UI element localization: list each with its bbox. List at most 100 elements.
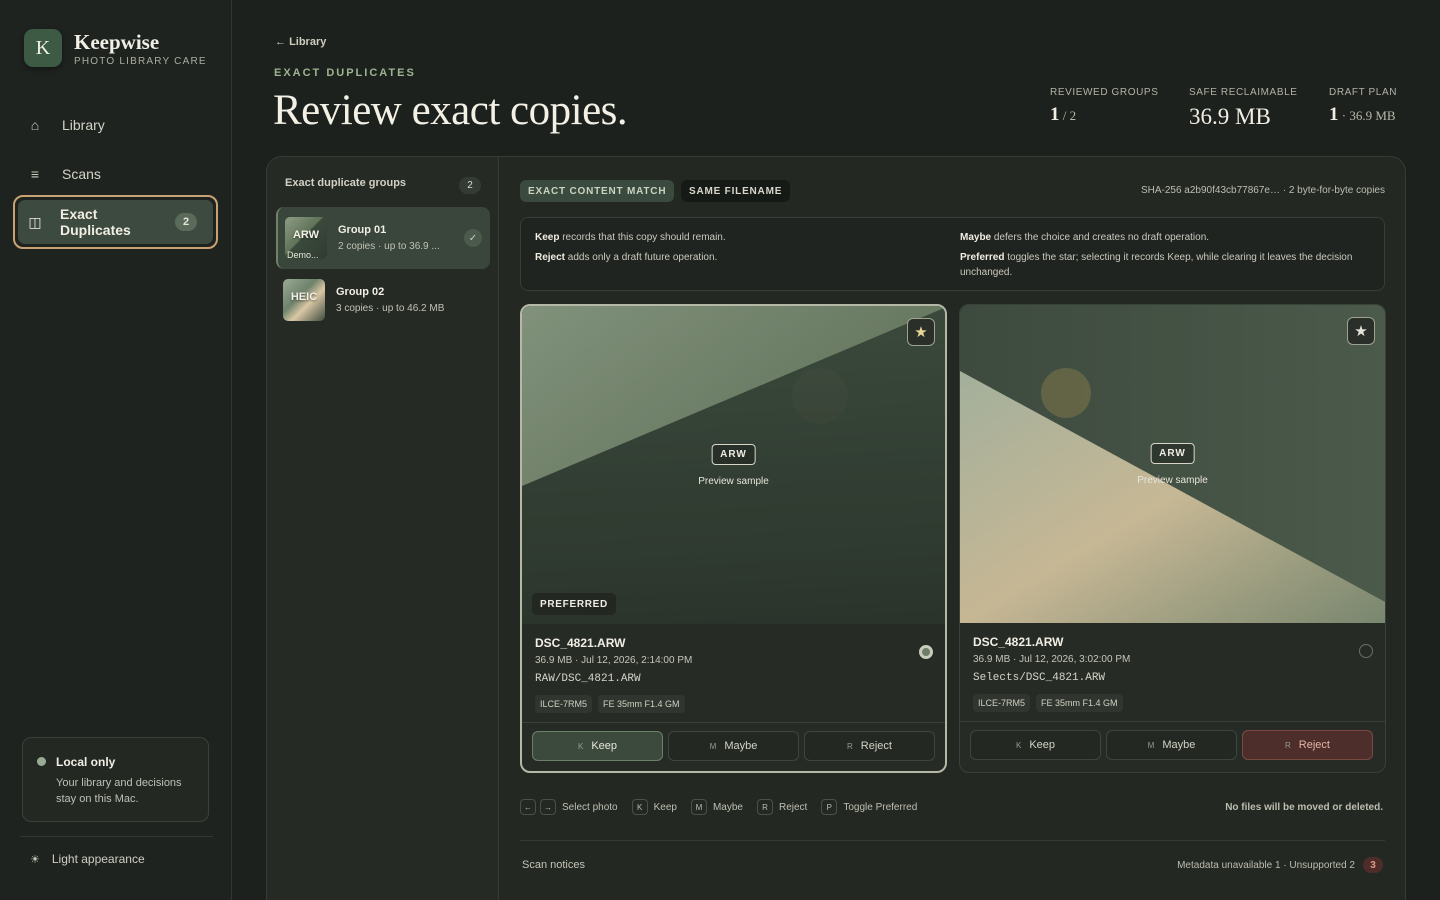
shortcut-label: Select photo [562, 801, 618, 813]
sidebar-item-label: Library [62, 117, 105, 133]
safety-note: No files will be moved or deleted. [1225, 802, 1383, 813]
stat-suffix: / 2 [1059, 108, 1077, 123]
keep-button[interactable]: K Keep [970, 730, 1101, 760]
appearance-label: Light appearance [51, 852, 145, 866]
help-keep: Keep records that this copy should remai… [535, 232, 726, 243]
file-path: RAW/DSC_4821.ARW [535, 673, 641, 685]
stat-value: 1 [1329, 104, 1339, 125]
duplicates-count-badge: 2 [175, 213, 197, 231]
lens-tag: FE 35mm F1.4 GM [598, 695, 685, 713]
format-label: ARW [711, 444, 756, 465]
stat-draft-plan: DRAFT PLAN 1 · 36.9 MB [1329, 87, 1397, 126]
arrow-left-icon: ← [275, 36, 286, 48]
local-only-title: Local only [56, 755, 116, 769]
group-subtitle: 3 copies · up to 46.2 MB [336, 303, 445, 314]
help-maybe: Maybe defers the choice and creates no d… [960, 232, 1210, 243]
sidebar: K Keepwise PHOTO LIBRARY CARE ⌂ Library … [0, 0, 232, 900]
file-name: DSC_4821.ARW [535, 636, 626, 650]
appearance-toggle[interactable]: ☀ Light appearance [30, 852, 145, 866]
scan-notices-label[interactable]: Scan notices [522, 859, 585, 871]
group-title: Group 02 [336, 286, 385, 298]
group-list-heading: Exact duplicate groups [285, 177, 407, 189]
keep-button[interactable]: K Keep [532, 731, 663, 761]
notices-summary-text: Metadata unavailable 1 · Unsupported 2 [1177, 859, 1355, 871]
scan-notices-summary[interactable]: Metadata unavailable 1 · Unsupported 2 3 [1177, 857, 1383, 873]
reject-button[interactable]: R Reject [1242, 730, 1373, 760]
sidebar-item-label: Scans [62, 166, 101, 182]
filename-chip: SAME FILENAME [681, 180, 791, 202]
group-item-02[interactable]: HEIC Group 02 3 copies · up to 46.2 MB [276, 269, 490, 331]
status-dot-icon [37, 757, 46, 766]
select-radio[interactable] [1359, 644, 1373, 658]
photo-card-1[interactable]: ARW Preview sample ★ PREFERRED DSC_4821.… [520, 304, 947, 773]
group-thumbnail: HEIC [283, 279, 325, 321]
stat-value: 1 [1050, 104, 1060, 125]
brand-name: Keepwise [74, 29, 160, 54]
divider [522, 722, 945, 723]
sidebar-item-exact-duplicates[interactable]: ◫ Exact Duplicates 2 [13, 195, 218, 249]
camera-tag: ILCE-7RM5 [535, 695, 593, 713]
shortcut-label: Keep [653, 801, 677, 813]
arrow-right-key: → [540, 799, 556, 815]
sidebar-item-scans[interactable]: ≡ Scans [18, 154, 214, 194]
preferred-badge: PREFERRED [532, 593, 616, 615]
local-only-text: Your library and decisions stay on this … [56, 777, 182, 805]
file-meta: 36.9 MB · Jul 12, 2026, 3:02:00 PM [973, 654, 1131, 665]
stat-label: SAFE RECLAIMABLE [1189, 87, 1298, 98]
list-icon: ≡ [30, 166, 40, 182]
local-only-card: Local only Your library and decisions st… [22, 737, 209, 822]
page-title: Review exact copies. [273, 87, 628, 134]
sun-icon: ☀ [30, 853, 40, 866]
key-m: M [690, 799, 707, 815]
stat-safe-reclaimable: SAFE RECLAIMABLE 36.9 MB [1189, 87, 1298, 130]
group-count-badge: 2 [459, 177, 481, 194]
star-icon[interactable]: ★ [907, 318, 935, 346]
format-label: ARW [1150, 443, 1195, 464]
columns-icon: ◫ [28, 213, 42, 230]
group-subtitle: 2 copies · up to 36.9 ... [338, 241, 440, 252]
camera-tag: ILCE-7RM5 [973, 694, 1031, 712]
page-eyebrow: EXACT DUPLICATES [274, 67, 416, 79]
divider [960, 721, 1385, 722]
preview-label: Preview sample [698, 476, 769, 487]
select-radio[interactable] [919, 645, 933, 659]
file-name: DSC_4821.ARW [973, 635, 1064, 649]
brand: K Keepwise PHOTO LIBRARY CARE [24, 29, 207, 67]
thumbnail-format: HEIC [290, 291, 318, 303]
key-r: R [756, 799, 773, 815]
main-panel: Exact duplicate groups 2 ARW Demo... Gro… [266, 156, 1406, 900]
group-thumbnail: ARW Demo... [285, 217, 327, 259]
thumbnail-caption: Demo... [287, 250, 319, 259]
back-link-label: Library [289, 36, 327, 48]
group-item-01[interactable]: ARW Demo... Group 01 2 copies · up to 36… [276, 207, 490, 269]
back-link[interactable]: ← Library [275, 36, 326, 48]
star-icon[interactable]: ★ [1347, 317, 1375, 345]
maybe-button[interactable]: M Maybe [668, 731, 799, 761]
photo-card-2[interactable]: ARW Preview sample ★ DSC_4821.ARW 36.9 M… [959, 304, 1386, 773]
photo-preview: ARW Preview sample ★ PREFERRED [522, 306, 945, 624]
key-p: P [821, 799, 838, 815]
reject-button[interactable]: R Reject [804, 731, 935, 761]
decision-help: Keep records that this copy should remai… [520, 217, 1385, 291]
stat-reviewed-groups: REVIEWED GROUPS 1 / 2 [1050, 87, 1158, 126]
keyboard-shortcuts: ← → Select photo K Keep M Maybe R Reject… [520, 799, 931, 815]
group-title: Group 01 [338, 224, 387, 236]
help-reject: Reject adds only a draft future operatio… [535, 252, 718, 263]
thumbnail-format: ARW [292, 229, 320, 241]
maybe-button[interactable]: M Maybe [1106, 730, 1237, 760]
shortcut-label: Reject [778, 801, 808, 813]
brand-logo: K [24, 29, 62, 67]
help-preferred: Preferred toggles the star; selecting it… [960, 252, 1353, 278]
arrow-left-key: ← [520, 799, 536, 815]
house-icon: ⌂ [30, 117, 40, 133]
stat-suffix: · 36.9 MB [1338, 108, 1396, 123]
shortcut-label: Toggle Preferred [843, 801, 918, 813]
file-path: Selects/DSC_4821.ARW [973, 672, 1106, 684]
sidebar-item-label: Exact Duplicates [60, 206, 131, 238]
match-chip: EXACT CONTENT MATCH [520, 180, 675, 202]
preview-label: Preview sample [1137, 475, 1208, 486]
shortcut-label: Maybe [712, 801, 743, 813]
sidebar-item-library[interactable]: ⌂ Library [18, 105, 214, 145]
divider [20, 836, 213, 837]
stat-label: DRAFT PLAN [1329, 87, 1398, 98]
